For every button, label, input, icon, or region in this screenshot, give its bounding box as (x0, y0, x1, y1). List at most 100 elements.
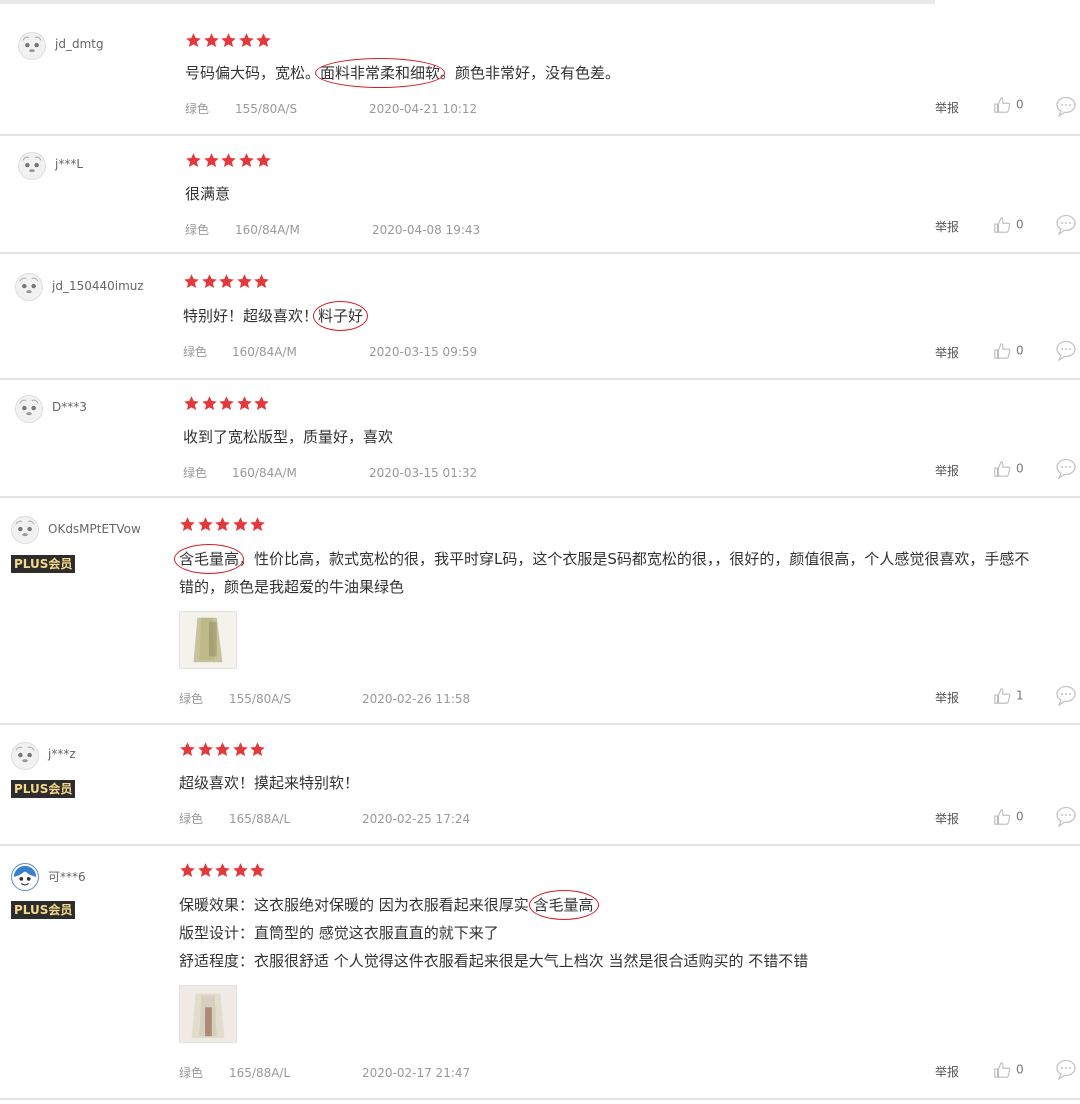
user-avatar[interactable] (15, 273, 43, 301)
report-link[interactable]: 举报 (935, 462, 959, 479)
default-avatar-icon (16, 274, 42, 300)
review-content: 保暖效果：这衣服绝对保暖的 因为衣服看起来很厚实 含毛量高 版型设计：直筒型的 … (179, 891, 808, 975)
star-icon (219, 396, 234, 410)
product-size: 155/80A/S (229, 692, 292, 706)
review-text: 舒适程度：衣服很舒适 个人觉得这件衣服看起来很是大气上档次 当然是很合适购买的 … (179, 952, 809, 970)
review-line: 错的，颜色是我超爱的牛油果绿色 (179, 573, 1029, 601)
user-avatar[interactable] (18, 32, 46, 60)
star-icon (184, 274, 199, 288)
review-content: 号码偏大码，宽松。面料非常柔和细软。颜色非常好，没有色差。 (185, 59, 620, 87)
comment-icon[interactable] (1055, 339, 1077, 361)
review-text: 版型设计：直筒型的 感觉这衣服直直的就下来了 (179, 924, 499, 942)
purchase-info: 绿色 165/88A/L 2020-02-17 21:47 (179, 1064, 470, 1081)
comment-icon[interactable] (1055, 457, 1077, 479)
user-avatar[interactable] (11, 742, 39, 770)
review-text: 。颜色非常好，没有色差。 (440, 64, 621, 82)
username: OKdsMPtETVow (48, 522, 141, 536)
star-icon (232, 517, 248, 531)
like-count: 1 (1016, 688, 1024, 703)
purchase-info: 绿色 155/80A/S 2020-02-26 11:58 (179, 690, 470, 707)
purchase-info: 绿色 160/84A/M 2020-04-08 19:43 (185, 221, 480, 238)
star-icon (221, 33, 236, 47)
star-icon (215, 742, 230, 756)
star-icon (180, 863, 195, 877)
review-datetime: 2020-03-15 09:59 (369, 345, 478, 359)
review-divider (0, 496, 1080, 498)
star-icon (203, 33, 219, 47)
review-text: 错的，颜色是我超爱的牛油果绿色 (179, 578, 405, 596)
comment-icon[interactable] (1055, 1058, 1077, 1080)
product-size: 165/88A/L (229, 1066, 291, 1080)
review-text: 超级喜欢！摸起来特别软！ (179, 774, 360, 792)
report-link[interactable]: 举报 (935, 99, 959, 116)
like-button[interactable]: 0 (993, 808, 1024, 826)
report-link[interactable]: 举报 (935, 218, 959, 235)
user-avatar[interactable] (15, 395, 43, 423)
report-link[interactable]: 举报 (935, 344, 959, 361)
review-datetime: 2020-02-25 17:24 (362, 812, 471, 826)
user-avatar[interactable] (11, 863, 39, 891)
star-icon (256, 33, 271, 47)
thumbs-up-icon (994, 688, 1011, 704)
top-separator (0, 0, 935, 4)
review-line: 版型设计：直筒型的 感觉这衣服直直的就下来了 (179, 919, 808, 947)
star-rating (183, 395, 271, 413)
user-avatar[interactable] (11, 516, 39, 544)
username: j***L (55, 157, 84, 171)
like-button[interactable]: 0 (993, 216, 1024, 234)
username: jd_150440imuz (52, 279, 144, 293)
review-text: ，性价比高，款式宽松的很，我平时穿L码，这个衣服是S码都宽松的很，，很好的，颜值… (239, 550, 1030, 568)
star-icon (201, 396, 217, 410)
user-avatar[interactable] (18, 152, 46, 180)
review-divider (0, 378, 1080, 380)
highlighted-phrase: 含毛量高 (533, 896, 594, 914)
highlighted-phrase: 面料非常柔和细软 (320, 64, 441, 82)
star-rating (179, 516, 267, 534)
review-photo-thumbnail[interactable] (179, 611, 237, 669)
star-icon (254, 274, 269, 288)
product-color: 绿色 (185, 223, 210, 237)
review-datetime: 2020-04-08 19:43 (372, 223, 481, 237)
username: jd_dmtg (55, 37, 104, 51)
comment-icon[interactable] (1055, 213, 1077, 235)
product-color: 绿色 (183, 466, 208, 480)
comment-icon[interactable] (1055, 805, 1077, 827)
star-icon (186, 33, 201, 47)
comment-icon[interactable] (1055, 684, 1077, 706)
review-line: 舒适程度：衣服很舒适 个人觉得这件衣服看起来很是大气上档次 当然是很合适购买的 … (179, 947, 808, 975)
username: j***z (48, 747, 76, 761)
like-button[interactable]: 0 (993, 96, 1024, 114)
like-button[interactable]: 0 (993, 460, 1024, 478)
report-link[interactable]: 举报 (935, 689, 959, 706)
star-icon (250, 863, 265, 877)
plus-member-badge: PLUS会员 (11, 555, 76, 573)
star-icon (197, 863, 213, 877)
photo-image (180, 612, 236, 668)
review-datetime: 2020-03-15 01:32 (369, 466, 478, 480)
star-icon (236, 274, 252, 288)
product-color: 绿色 (179, 812, 204, 826)
review-photo-thumbnail[interactable] (179, 985, 237, 1043)
review-content: 收到了宽松版型，质量好，喜欢 (183, 423, 393, 451)
like-button[interactable]: 0 (993, 342, 1024, 360)
review-text: 特别好！超级喜欢！ (183, 307, 319, 325)
report-link[interactable]: 举报 (935, 1063, 959, 1080)
comment-icon[interactable] (1055, 95, 1077, 117)
thumbs-up-icon (994, 97, 1011, 113)
star-rating (179, 862, 267, 880)
default-avatar-icon (19, 153, 45, 179)
username: 可***6 (48, 870, 86, 884)
star-icon (256, 153, 271, 167)
like-button[interactable]: 1 (993, 687, 1024, 705)
like-count: 0 (1016, 461, 1024, 476)
thumbs-up-icon (994, 809, 1011, 825)
cartoon-avatar-icon (12, 864, 38, 890)
like-button[interactable]: 0 (993, 1061, 1024, 1079)
product-color: 绿色 (179, 692, 204, 706)
product-color: 绿色 (183, 345, 208, 359)
default-avatar-icon (12, 517, 38, 543)
report-link[interactable]: 举报 (935, 810, 959, 827)
review-datetime: 2020-04-21 10:12 (369, 102, 478, 116)
product-color: 绿色 (185, 102, 210, 116)
default-avatar-icon (12, 743, 38, 769)
